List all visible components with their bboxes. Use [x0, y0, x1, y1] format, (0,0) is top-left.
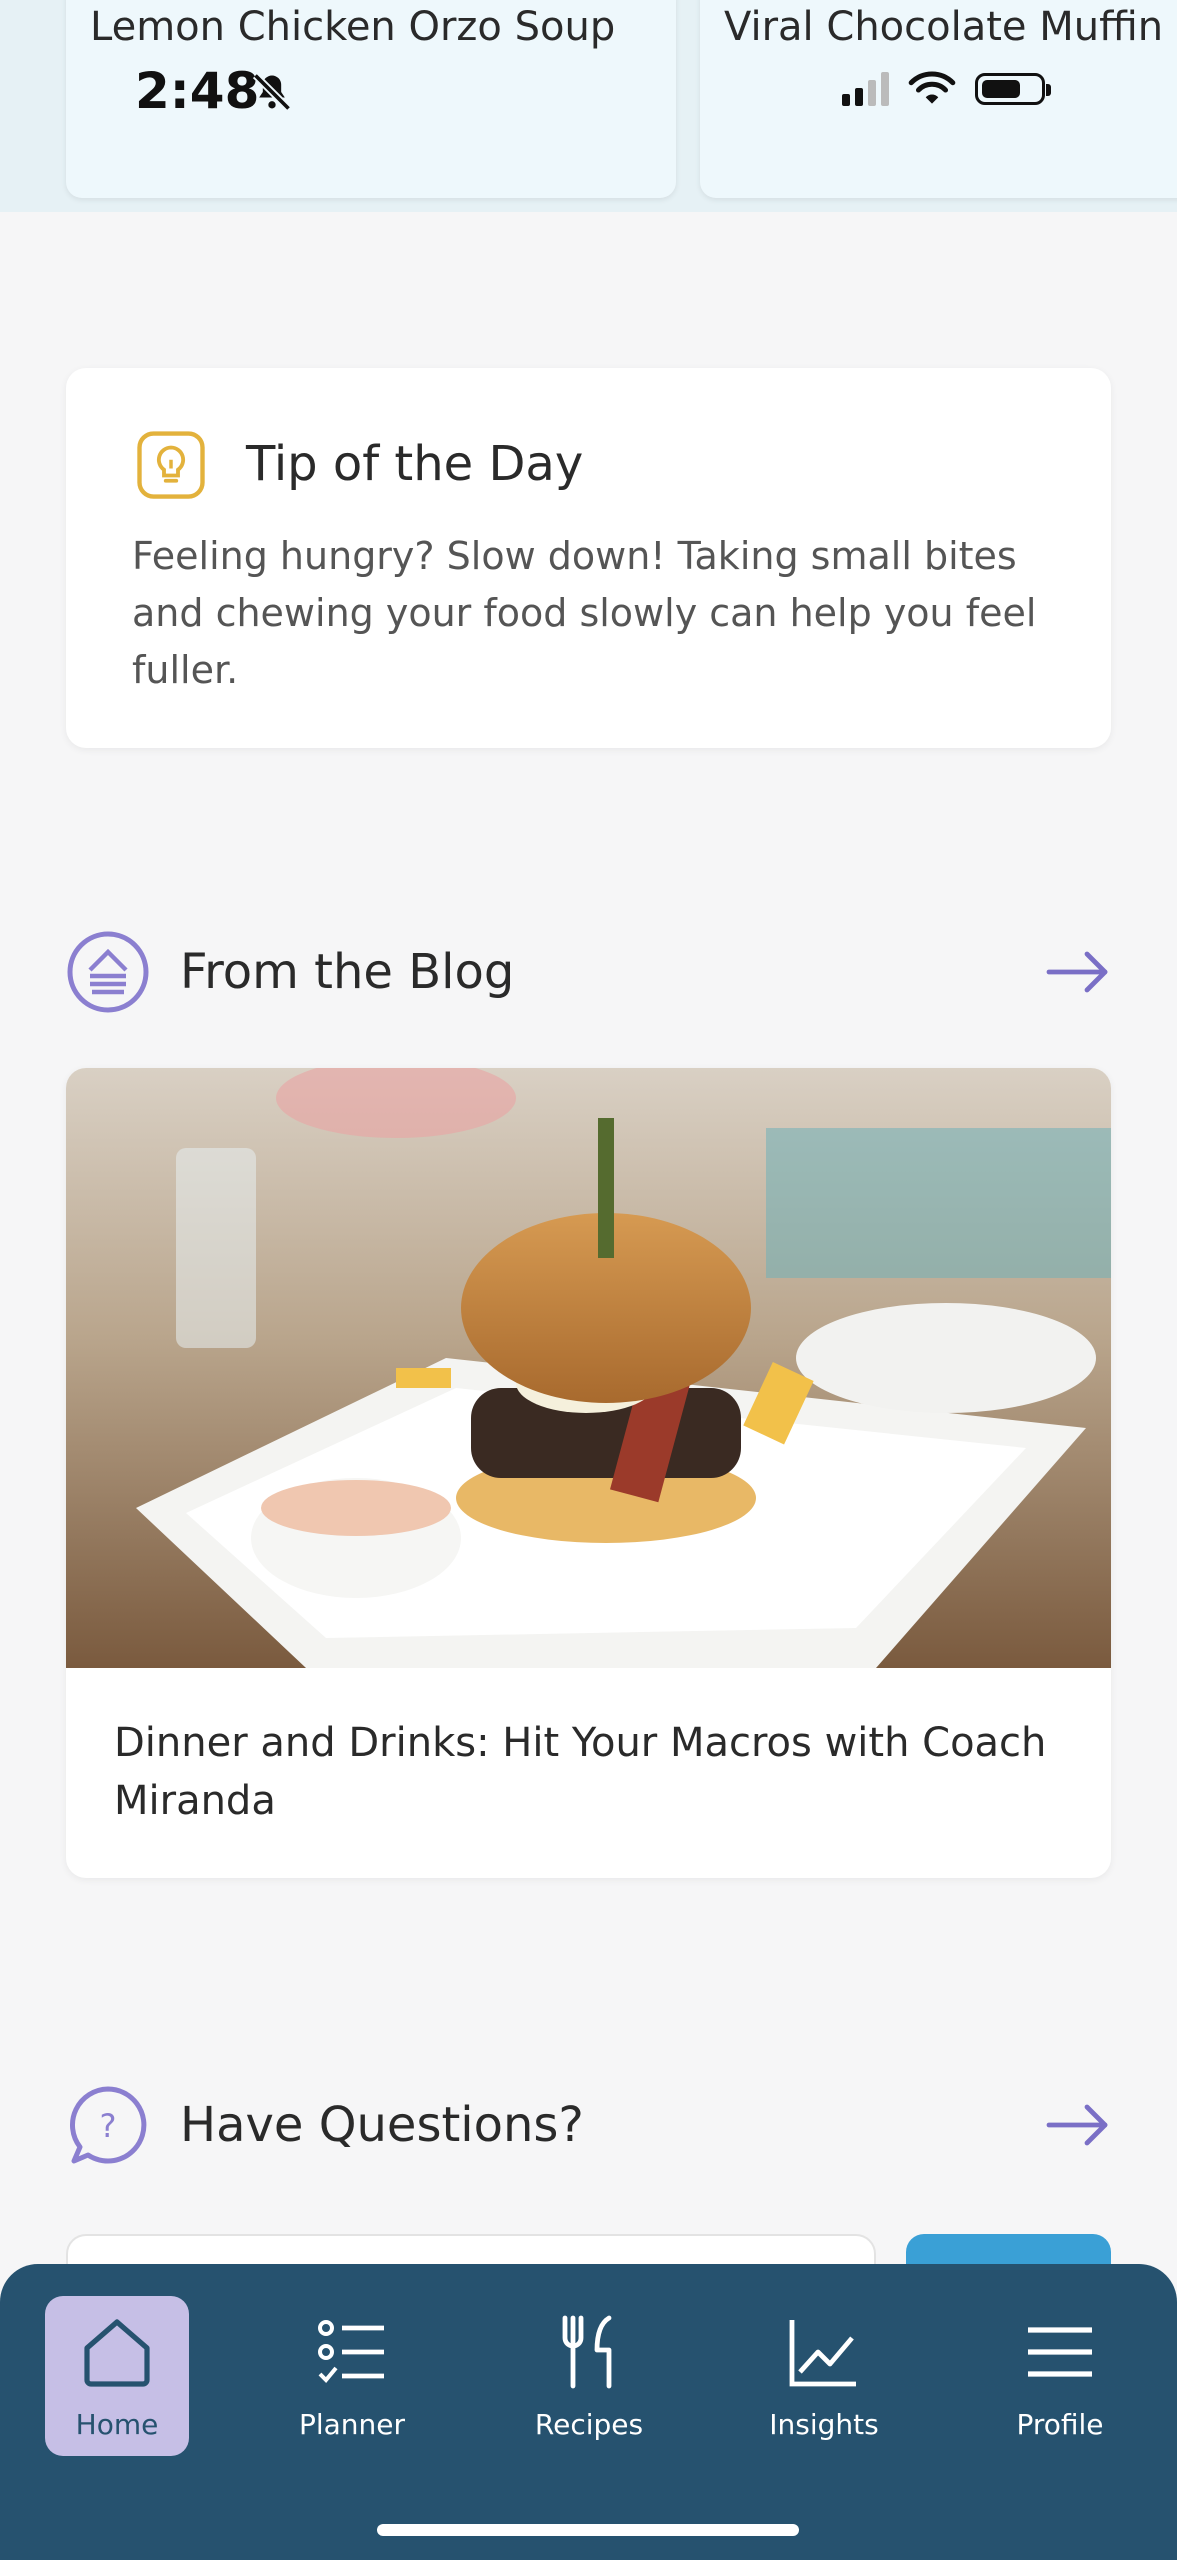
chart-line-icon [789, 2320, 856, 2387]
checklist-icon [318, 2320, 384, 2383]
nav-label: Profile [1016, 2408, 1104, 2441]
bell-muted-icon [252, 72, 292, 112]
home-indicator [377, 2524, 799, 2536]
nav-label: Recipes [534, 2408, 644, 2441]
nav-insights[interactable]: Insights [752, 2296, 896, 2456]
recipe-title: Viral Chocolate Muffin [724, 4, 1164, 50]
menu-icon [1028, 2327, 1092, 2377]
svg-text:?: ? [100, 2107, 117, 2145]
question-bubble-icon: ? [70, 2086, 147, 2164]
cellular-signal-icon [842, 72, 889, 106]
tip-body: Feeling hungry? Slow down! Taking small … [132, 534, 1037, 692]
blog-section-title: From the Blog [180, 944, 515, 1000]
bottom-navigation: Home Planner Recipes Insights Profile [0, 2264, 1177, 2560]
blog-icon [67, 931, 149, 1013]
blog-section-header[interactable]: From the Blog [66, 930, 1111, 1014]
lightbulb-icon [137, 431, 205, 499]
nav-label: Insights [769, 2408, 879, 2441]
status-time: 2:48 [135, 62, 260, 120]
status-indicators [842, 70, 1051, 108]
questions-section-header[interactable]: ? Have Questions? [66, 2083, 1111, 2167]
tip-of-the-day-card: Tip of the Day Feeling hungry? Slow down… [66, 368, 1111, 748]
nav-home[interactable]: Home [45, 2296, 189, 2456]
arrow-right-icon[interactable] [1045, 2103, 1111, 2147]
blog-post-image [66, 1068, 1111, 1668]
recipe-title: Lemon Chicken Orzo Soup [90, 4, 616, 50]
nav-recipes[interactable]: Recipes [517, 2296, 661, 2456]
fork-spoon-icon [562, 2315, 612, 2389]
nav-planner[interactable]: Planner [280, 2296, 424, 2456]
home-icon [84, 2319, 150, 2387]
wifi-icon [908, 71, 956, 104]
nav-label: Planner [298, 2408, 406, 2441]
blog-post-title: Dinner and Drinks: Hit Your Macros with … [114, 1720, 1047, 1824]
nav-profile[interactable]: Profile [988, 2296, 1132, 2456]
battery-icon [975, 73, 1051, 105]
tip-title: Tip of the Day [246, 436, 584, 492]
questions-section-title: Have Questions? [180, 2097, 584, 2153]
blog-post-card[interactable]: Dinner and Drinks: Hit Your Macros with … [66, 1068, 1111, 1878]
arrow-right-icon[interactable] [1045, 950, 1111, 994]
nav-label: Home [75, 2408, 159, 2441]
